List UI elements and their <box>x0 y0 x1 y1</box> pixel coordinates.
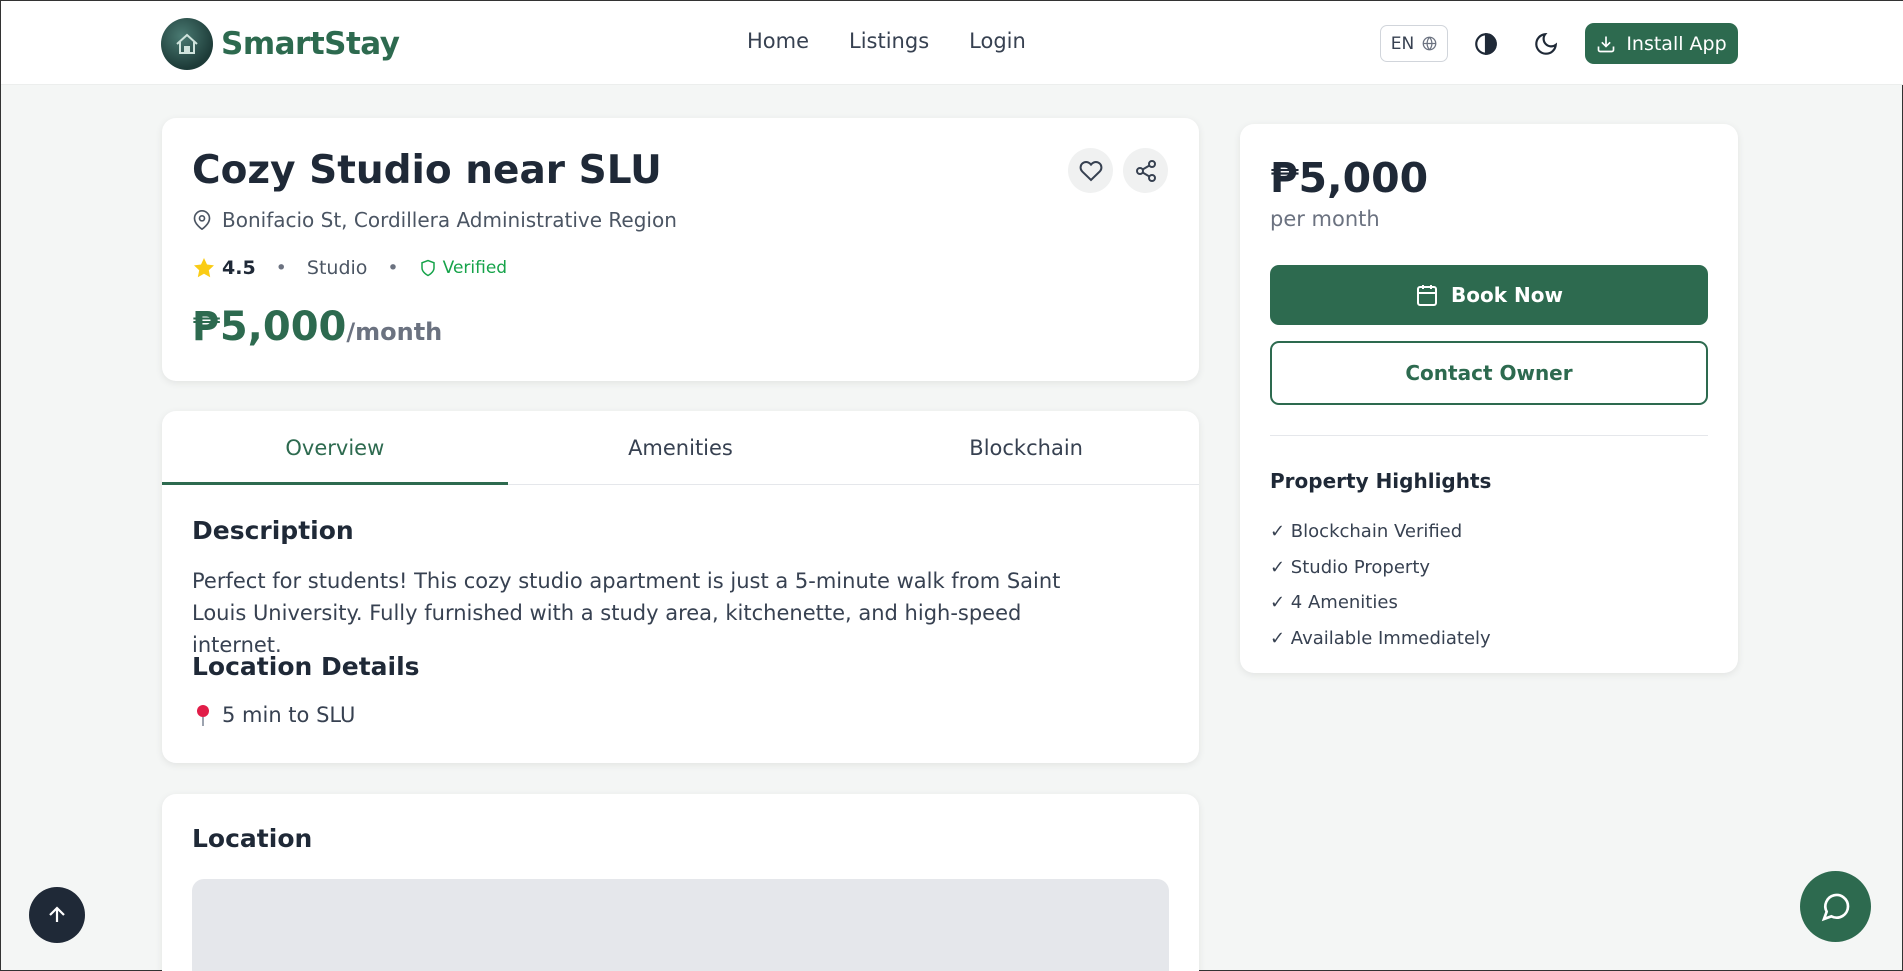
book-now-button[interactable]: Book Now <box>1270 265 1708 325</box>
arrow-up-icon <box>49 906 65 922</box>
list-item: ✓ Available Immediately <box>1270 627 1491 649</box>
shield-icon <box>420 259 435 277</box>
location-details-heading: Location Details <box>192 652 420 681</box>
scroll-to-top-button[interactable] <box>29 887 85 943</box>
contact-owner-button[interactable]: Contact Owner <box>1270 341 1708 405</box>
sidebar-price-period: per month <box>1270 207 1380 231</box>
description-text: Perfect for students! This cozy studio a… <box>192 569 1061 657</box>
highlights-list: ✓ Blockchain Verified ✓ Studio Property … <box>1270 514 1491 656</box>
verified-badge: Verified <box>419 258 507 278</box>
location-detail-text: 5 min to SLU <box>222 703 356 727</box>
moon-icon <box>1535 32 1558 55</box>
share-button[interactable] <box>1123 148 1168 193</box>
listing-meta: 4.5 • Studio • Verified <box>192 256 507 280</box>
booking-sidebar: ₱5,000 per month Book Now Contact Owner … <box>1240 124 1738 673</box>
separator-dot: • <box>387 257 399 279</box>
location-card: Location <box>162 794 1199 971</box>
tab-bar: Overview Amenities Blockchain <box>162 411 1199 485</box>
map-placeholder[interactable] <box>192 879 1169 971</box>
install-app-button[interactable]: Install App <box>1585 23 1738 64</box>
listing-summary-card: Cozy Studio near SLU Bonifacio St, Cordi… <box>162 118 1199 381</box>
chat-bubble-icon <box>1821 893 1849 921</box>
heart-icon <box>1079 160 1102 181</box>
list-item: ✓ 4 Amenities <box>1270 592 1398 613</box>
brand-name: SmartStay <box>221 26 400 62</box>
tab-overview[interactable]: Overview <box>162 411 508 485</box>
divider <box>1270 435 1708 436</box>
contrast-icon <box>1475 33 1497 55</box>
star-icon <box>194 258 214 278</box>
language-selector[interactable]: EN <box>1380 25 1448 62</box>
list-item: ✓ Blockchain Verified <box>1270 521 1463 542</box>
listing-title: Cozy Studio near SLU <box>192 148 662 193</box>
property-type: Studio <box>306 257 368 279</box>
price-amount: ₱5,000 <box>192 304 347 350</box>
description-heading: Description <box>192 516 354 545</box>
contrast-toggle[interactable] <box>1471 29 1501 59</box>
pushpin-icon <box>197 705 209 726</box>
dark-mode-toggle[interactable] <box>1531 29 1561 59</box>
top-navbar: SmartStay Home Listings Login EN Install… <box>1 1 1903 85</box>
sidebar-price: ₱5,000 <box>1270 154 1429 202</box>
tab-blockchain[interactable]: Blockchain <box>853 411 1199 484</box>
price-period: /month <box>346 318 443 346</box>
calendar-icon <box>1417 285 1438 306</box>
nav-home[interactable]: Home <box>747 29 809 53</box>
listing-price: ₱5,000/month <box>192 304 442 350</box>
nav-login[interactable]: Login <box>969 29 1026 53</box>
location-heading: Location <box>192 824 313 853</box>
globe-icon <box>1422 36 1437 51</box>
logo[interactable]: SmartStay <box>161 18 400 70</box>
logo-icon <box>161 18 213 70</box>
favorite-button[interactable] <box>1068 148 1113 193</box>
book-now-label: Book Now <box>1451 283 1563 307</box>
address-text: Bonifacio St, Cordillera Administrative … <box>222 208 677 232</box>
tab-amenities[interactable]: Amenities <box>508 411 854 484</box>
main-nav: Home Listings Login <box>747 29 1026 53</box>
highlights-title: Property Highlights <box>1270 469 1492 493</box>
details-tabs-card: Overview Amenities Blockchain Descriptio… <box>162 411 1199 763</box>
language-code: EN <box>1390 33 1415 54</box>
separator-dot: • <box>275 257 287 279</box>
listing-address: Bonifacio St, Cordillera Administrative … <box>192 208 677 232</box>
chat-button[interactable] <box>1800 871 1871 942</box>
rating-value: 4.5 <box>222 257 256 279</box>
download-icon <box>1597 36 1615 52</box>
map-pin-icon <box>193 210 211 230</box>
list-item: ✓ Studio Property <box>1270 556 1431 578</box>
location-detail-item: 5 min to SLU <box>192 703 355 727</box>
verified-label: Verified <box>442 258 508 278</box>
share-icon <box>1135 159 1156 182</box>
install-app-label: Install App <box>1626 32 1727 55</box>
nav-listings[interactable]: Listings <box>849 29 929 53</box>
